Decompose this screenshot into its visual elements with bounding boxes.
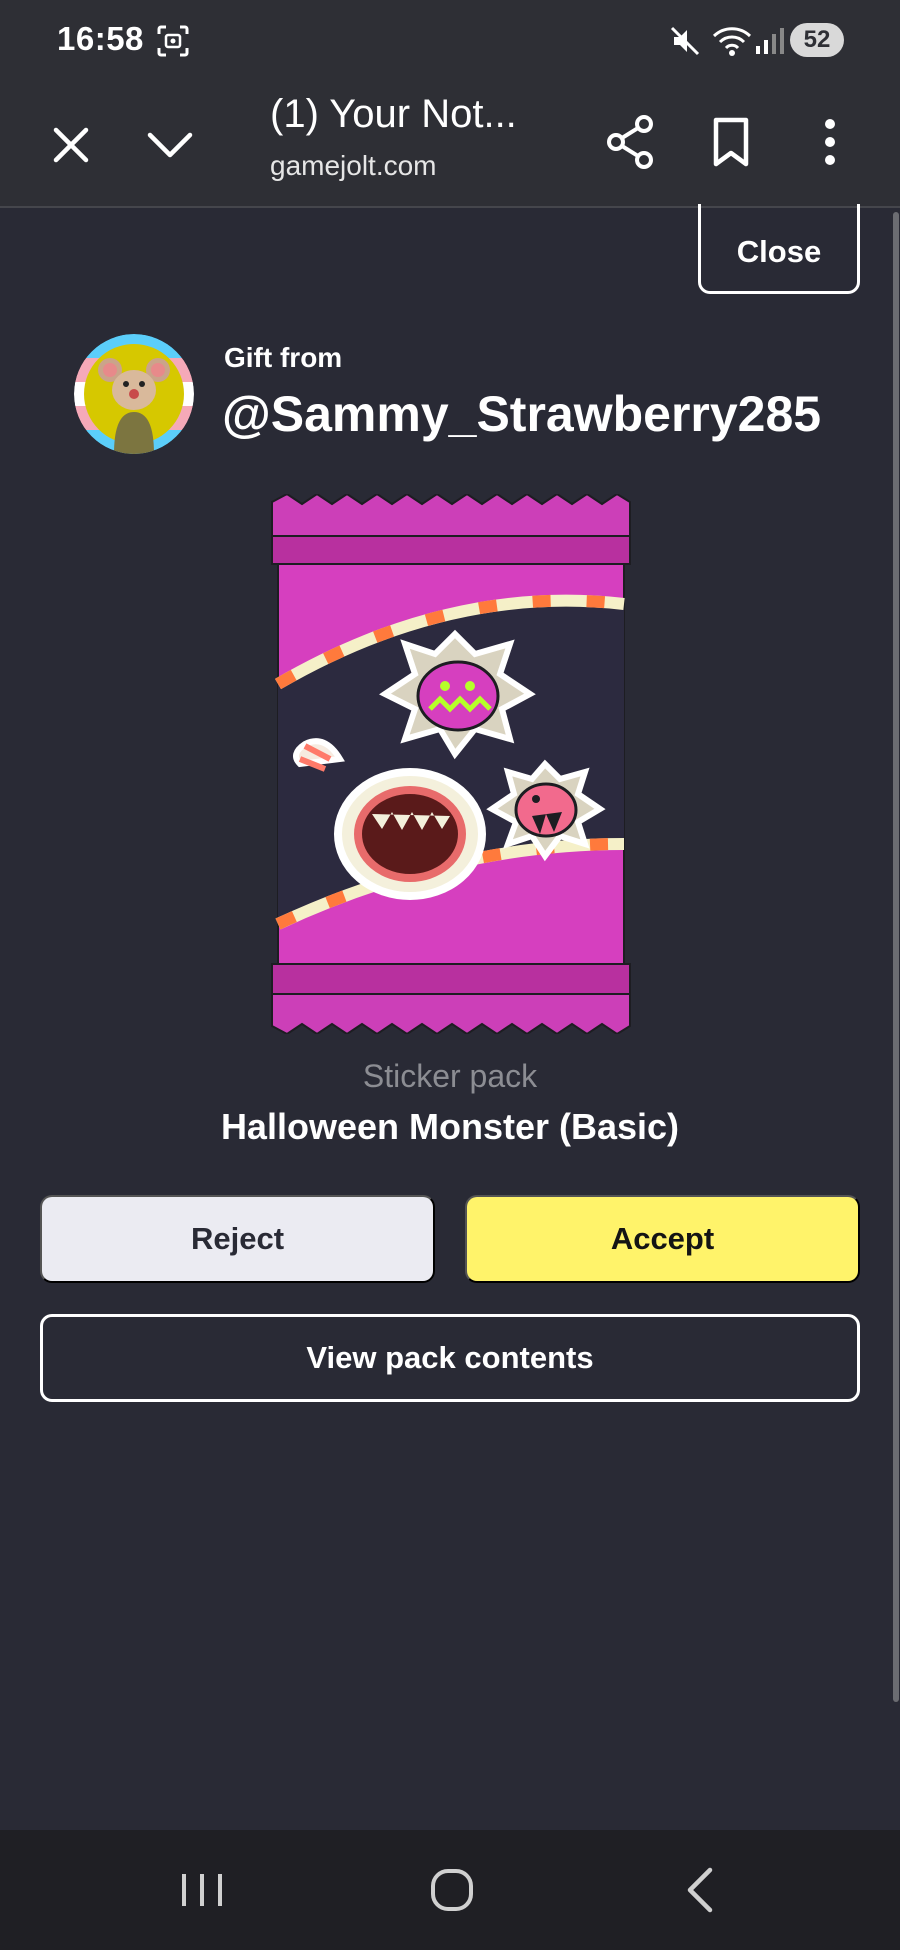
pack-type-label: Sticker pack [362, 1058, 538, 1094]
accept-button[interactable]: Accept [465, 1195, 860, 1283]
battery-indicator: 52 [790, 23, 844, 57]
status-time: 16:58 [57, 20, 144, 57]
page-title[interactable]: (1) Your Not... [270, 92, 517, 137]
chevron-down-icon [147, 132, 193, 158]
more-vert-icon [825, 119, 835, 165]
browser-toolbar: (1) Your Not... gamejolt.com [0, 80, 900, 208]
share-icon [607, 115, 653, 169]
mouse-avatar-icon [74, 334, 194, 454]
screenshot-icon [157, 25, 189, 57]
sticker-pack-image [271, 494, 631, 1034]
system-nav-bar [0, 1830, 900, 1950]
reject-button[interactable]: Reject [40, 1195, 435, 1283]
signal-icon [756, 28, 784, 54]
bookmark-icon [713, 117, 749, 167]
view-pack-contents-button[interactable]: View pack contents [40, 1314, 860, 1402]
avatar[interactable] [74, 334, 194, 454]
home-icon[interactable] [422, 1860, 482, 1920]
back-icon[interactable] [672, 1860, 732, 1920]
scrollbar[interactable] [893, 212, 899, 1702]
page-url[interactable]: gamejolt.com [270, 150, 437, 182]
close-icon [53, 127, 89, 163]
close-button[interactable]: Close [698, 204, 860, 294]
wifi-icon [712, 27, 752, 56]
mute-icon [670, 26, 700, 56]
recents-icon[interactable] [172, 1860, 232, 1920]
sender-username[interactable]: @Sammy_Strawberry285 [222, 385, 821, 443]
status-bar: 16:58 52 [0, 0, 900, 80]
share-button[interactable] [596, 108, 664, 176]
minimize-button[interactable] [136, 114, 204, 176]
pack-name-title: Halloween Monster (Basic) [220, 1106, 680, 1147]
gift-from-label: Gift from [224, 342, 343, 373]
bookmark-button[interactable] [700, 108, 762, 176]
more-options-button[interactable] [800, 108, 860, 176]
close-tab-button[interactable] [40, 114, 102, 176]
